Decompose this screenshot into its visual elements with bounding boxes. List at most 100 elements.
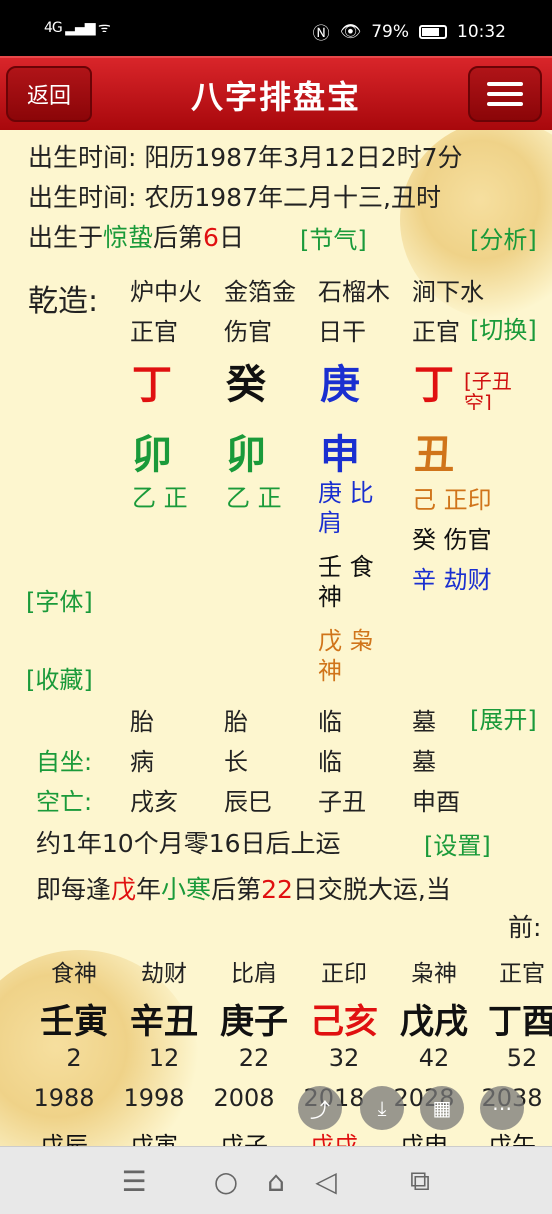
liunian-6: 戊午 [488, 1132, 536, 1146]
hidden-stem-3-3: 戊 枭神 [318, 627, 374, 685]
chart-label: 乾造: [28, 284, 99, 319]
zizuo-2: 长 [224, 748, 248, 776]
jieqi-name: 惊蛰 [103, 223, 154, 252]
dayun-year-3: 2008 [213, 1084, 275, 1112]
kongwang-2: 辰巳 [224, 788, 272, 816]
shishen-1: 正官 [130, 318, 178, 346]
kongwang-note: [子丑空] [464, 370, 512, 410]
title-bar: 返回 八字排盘宝 [0, 56, 552, 130]
dayun-age-4: 32 [328, 1044, 360, 1072]
grid-icon[interactable]: ▦ [420, 1086, 464, 1130]
changsheng-1: 胎 [130, 708, 154, 736]
circle-icon[interactable]: ○ [206, 1161, 246, 1201]
hidden-stem-4-1: 己 正印 [412, 486, 492, 514]
analysis-link[interactable]: [分析] [470, 220, 537, 255]
font-link[interactable]: [字体] [26, 582, 93, 617]
stem-day: 庚 [320, 362, 360, 408]
text: 后第 [153, 223, 204, 252]
changsheng-2: 胎 [224, 708, 248, 736]
dayun-year-2: 1998 [123, 1084, 185, 1112]
dayun-age-3: 22 [238, 1044, 270, 1072]
shishen-3: 日干 [318, 318, 366, 346]
stem-month: 癸 [226, 362, 266, 408]
signal-indicator: 4G ▂▄▆ ᯤ [44, 20, 111, 36]
battery-icon [419, 24, 447, 39]
dayun-ganzhi-5[interactable]: 戊戌 [388, 994, 480, 1043]
back-triangle-icon[interactable]: ◁ [306, 1161, 346, 1201]
zizuo-4: 墓 [412, 748, 436, 776]
dayun-age-5: 42 [418, 1044, 450, 1072]
text: 日交脱大运,当 [292, 875, 451, 904]
text: 日 [218, 223, 244, 252]
expand-link[interactable]: [展开] [470, 700, 537, 735]
stem-year: 丁 [132, 362, 172, 408]
menu-lines-icon[interactable]: ☰ [114, 1161, 154, 1201]
status-bar: 4G ▂▄▆ ᯤ Ⓝ 👁 79% 10:32 [0, 0, 552, 56]
nayin-4: 涧下水 [412, 278, 484, 306]
stem: 戊 [111, 875, 137, 904]
qiyun-text: 约1年10个月零16日后上运 [36, 829, 341, 858]
dayun-ganzhi-6[interactable]: 丁酉 [476, 994, 552, 1043]
hidden-stem-2-1: 乙 正财 [226, 484, 282, 512]
nayin-1: 炉中火 [130, 278, 202, 306]
nayin-3: 石榴木 [318, 278, 390, 306]
dayun-god-4: 正印 [321, 961, 367, 987]
dayun-ganzhi-2[interactable]: 辛丑 [118, 994, 210, 1043]
liunian-2: 戊寅 [130, 1132, 178, 1146]
day-number: 22 [261, 875, 293, 904]
menu-icon-bar [487, 82, 523, 86]
more-icon[interactable]: ⋯ [480, 1086, 524, 1130]
text: 出生于 [28, 223, 104, 252]
qiyun-line2: 即每逢戊年小寒后第22日交脱大运,当 [36, 870, 451, 906]
kongwang-4: 申酉 [412, 788, 460, 816]
born-after-jieqi: 出生于惊蛰后第6日 [28, 218, 244, 254]
bazi-content: 出生时间: 阳历1987年3月12日2时7分 出生时间: 农历1987年二月十三… [0, 130, 552, 1146]
dayun-god-2: 劫财 [141, 961, 187, 987]
hidden-stem-4-2: 癸 伤官 [412, 526, 492, 554]
liunian-3: 戊子 [220, 1132, 268, 1146]
eye-icon: 👁 [339, 21, 362, 42]
nayin-2: 金箔金 [224, 278, 296, 306]
switch-link[interactable]: [切换] [470, 310, 537, 345]
qiyun-line3: 前: [508, 913, 542, 942]
branch-day: 申 [320, 432, 360, 478]
text: 后第 [211, 875, 262, 904]
menu-button[interactable] [468, 66, 542, 122]
branch-year: 卯 [132, 432, 172, 478]
dayun-ganzhi-3[interactable]: 庚子 [208, 994, 300, 1043]
share-icon[interactable]: ⤴ [298, 1086, 342, 1130]
nfc-icon: Ⓝ [312, 24, 330, 44]
dayun-age-6: 52 [506, 1044, 538, 1072]
dayun-god-3: 比肩 [231, 961, 277, 987]
dayun-ganzhi-1[interactable]: 壬寅 [28, 994, 120, 1043]
system-nav-bar: ☰ ○ ⌂ ◁ ⧉ [0, 1146, 552, 1214]
liunian-4: 戊戌 [310, 1132, 358, 1146]
shishen-2: 伤官 [224, 318, 272, 346]
changsheng-4: 墓 [412, 708, 436, 736]
changsheng-3: 临 [318, 708, 342, 736]
clock: 10:32 [457, 21, 506, 42]
kongwang-label: 空亡: [36, 788, 93, 816]
hidden-stem-1-1: 乙 正财 [132, 484, 188, 512]
status-right: Ⓝ 👁 79% 10:32 [312, 19, 506, 45]
day-number: 6 [203, 223, 219, 252]
dayun-ganzhi-4[interactable]: 己亥 [298, 994, 390, 1043]
favorite-link[interactable]: [收藏] [26, 660, 93, 695]
battery-percent: 79% [371, 21, 409, 42]
menu-icon-bar [487, 102, 523, 106]
dayun-age-1: 2 [66, 1044, 82, 1072]
lunar-birth-time: 出生时间: 农历1987年二月十三,丑时 [28, 183, 441, 212]
hidden-stem-4-3: 辛 劫财 [412, 566, 492, 594]
jieqi-name: 小寒 [161, 875, 212, 904]
hidden-stem-3-1: 庚 比肩 [318, 479, 374, 537]
download-icon[interactable]: ⤓ [360, 1086, 404, 1130]
settings-link[interactable]: [设置] [424, 826, 491, 861]
recent-apps-icon[interactable]: ⧉ [400, 1161, 440, 1201]
liunian-5: 戊申 [400, 1132, 448, 1146]
jieqi-link[interactable]: [节气] [300, 220, 367, 255]
home-icon[interactable]: ⌂ [256, 1161, 296, 1201]
solar-birth-time: 出生时间: 阳历1987年3月12日2时7分 [28, 143, 463, 172]
hidden-stem-3-2: 壬 食神 [318, 553, 374, 611]
dayun-year-1: 1988 [33, 1084, 95, 1112]
stem-hour: 丁 [414, 362, 454, 408]
